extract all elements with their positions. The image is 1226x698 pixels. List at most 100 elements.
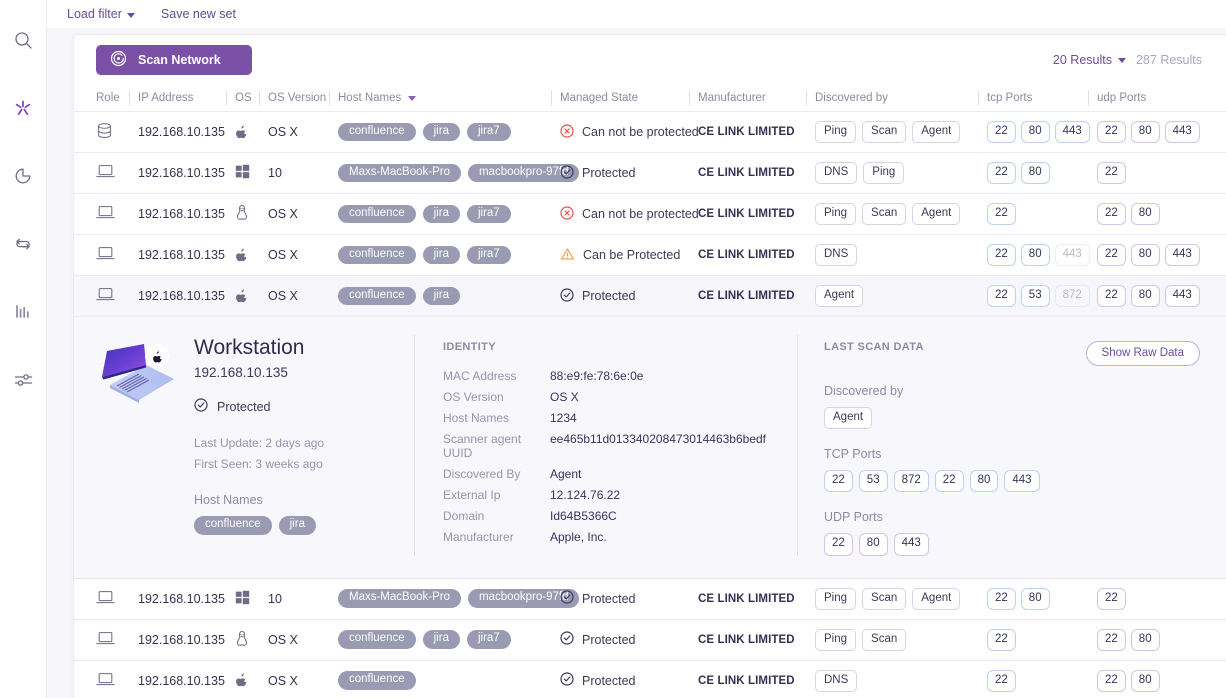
udp-port-chip[interactable]: 443	[1165, 285, 1200, 307]
host-name-tag[interactable]: confluence	[194, 516, 272, 535]
tcp-port-chip[interactable]: 80	[1021, 162, 1050, 184]
udp-port-chip[interactable]: 22	[1097, 203, 1126, 225]
table-row[interactable]: 192.168.10.135 10 Maxs-MacBook-Promacboo…	[74, 579, 1226, 620]
host-name-tag[interactable]: jira7	[467, 123, 511, 142]
tcp-port-chip[interactable]: 22	[987, 203, 1016, 225]
host-name-tag[interactable]: Maxs-MacBook-Pro	[338, 589, 461, 608]
udp-port-chip[interactable]: 443	[1165, 244, 1200, 266]
tcp-port-chip[interactable]: 22	[987, 588, 1016, 610]
udp-port-chip[interactable]: 22	[1097, 629, 1126, 651]
column-header-managed-state[interactable]: Managed State	[560, 92, 698, 104]
tcp-port-chip[interactable]: 22	[987, 162, 1016, 184]
column-header-os[interactable]: OS	[235, 92, 268, 104]
tcp-port-chip[interactable]: 22	[935, 470, 964, 492]
column-header-ip-address[interactable]: IP Address	[138, 92, 235, 104]
show-raw-data-button[interactable]: Show Raw Data	[1086, 341, 1200, 366]
column-header-os-version[interactable]: OS Version	[268, 92, 338, 104]
host-name-tag[interactable]: Maxs-MacBook-Pro	[338, 164, 461, 183]
discovered-by-chip[interactable]: DNS	[815, 244, 857, 266]
sidebar-item-search[interactable]	[0, 6, 47, 74]
host-name-tag[interactable]: confluence	[338, 246, 416, 265]
tcp-port-chip[interactable]: 80	[1021, 244, 1050, 266]
host-name-tag[interactable]: jira	[279, 516, 316, 535]
table-row[interactable]: 192.168.10.135 OS X confluencejirajira7 …	[74, 194, 1226, 235]
discovered-by-chip[interactable]: DNS	[815, 162, 857, 184]
sidebar-item-reports[interactable]	[0, 278, 47, 346]
scan-network-button[interactable]: Scan Network	[96, 45, 252, 75]
table-row[interactable]: 192.168.10.135 OS X confluencejirajira7 …	[74, 620, 1226, 661]
udp-port-chip[interactable]: 80	[1131, 244, 1160, 266]
tcp-port-chip[interactable]: 22	[987, 121, 1016, 143]
results-per-page-select[interactable]: 20 Results	[1053, 53, 1126, 67]
tcp-port-chip[interactable]: 22	[987, 285, 1016, 307]
udp-port-chip[interactable]: 22	[1097, 670, 1126, 692]
host-name-tag[interactable]: jira	[423, 246, 460, 265]
column-header-discovered-by[interactable]: Discovered by	[815, 92, 987, 104]
column-header-host-names[interactable]: Host Names	[338, 92, 560, 104]
tcp-port-chip[interactable]: 872	[1055, 285, 1090, 307]
udp-port-chip[interactable]: 22	[824, 533, 853, 555]
discovered-by-chip[interactable]: Agent	[815, 285, 863, 307]
udp-port-chip[interactable]: 80	[859, 533, 888, 555]
table-row[interactable]: 192.168.10.135 OS X confluencejirajira7 …	[74, 235, 1226, 276]
udp-port-chip[interactable]: 80	[1131, 670, 1160, 692]
sidebar-item-assets[interactable]	[0, 74, 47, 142]
discovered-by-chip[interactable]: Ping	[815, 629, 856, 651]
host-name-tag[interactable]: confluence	[338, 123, 416, 142]
host-name-tag[interactable]: jira7	[467, 205, 511, 224]
tcp-port-chip[interactable]: 872	[894, 470, 929, 492]
table-row[interactable]: 192.168.10.135 OS X confluencejira Prote…	[74, 276, 1226, 317]
udp-port-chip[interactable]: 443	[894, 533, 929, 555]
discovered-by-chip[interactable]: Ping	[815, 121, 856, 143]
discovered-by-chip[interactable]: DNS	[815, 670, 857, 692]
load-filter-button[interactable]: Load filter	[67, 7, 135, 21]
tcp-port-chip[interactable]: 53	[859, 470, 888, 492]
discovered-by-chip[interactable]: Scan	[862, 629, 906, 651]
tcp-port-chip[interactable]: 443	[1004, 470, 1039, 492]
discovered-by-chip[interactable]: Scan	[862, 588, 906, 610]
discovered-by-chip[interactable]: Ping	[815, 203, 856, 225]
save-new-set-button[interactable]: Save new set	[161, 7, 236, 21]
tcp-port-chip[interactable]: 53	[1021, 285, 1050, 307]
host-name-tag[interactable]: confluence	[338, 287, 416, 306]
discovered-by-chip[interactable]: Agent	[824, 407, 872, 429]
discovered-by-chip[interactable]: Scan	[862, 203, 906, 225]
discovered-by-chip[interactable]: Ping	[863, 162, 904, 184]
table-row[interactable]: 192.168.10.135 OS X confluence Protected…	[74, 661, 1226, 698]
discovered-by-chip[interactable]: Ping	[815, 588, 856, 610]
host-name-tag[interactable]: jira	[423, 123, 460, 142]
udp-port-chip[interactable]: 80	[1131, 629, 1160, 651]
discovered-by-chip[interactable]: Scan	[862, 121, 906, 143]
udp-port-chip[interactable]: 80	[1131, 285, 1160, 307]
host-name-tag[interactable]: confluence	[338, 630, 416, 649]
udp-port-chip[interactable]: 22	[1097, 162, 1126, 184]
tcp-port-chip[interactable]: 22	[987, 629, 1016, 651]
tcp-port-chip[interactable]: 22	[987, 244, 1016, 266]
sidebar-item-settings[interactable]	[0, 346, 47, 414]
tcp-port-chip[interactable]: 443	[1055, 121, 1090, 143]
discovered-by-chip[interactable]: Agent	[912, 588, 960, 610]
column-header-manufacturer[interactable]: Manufacturer	[698, 92, 815, 104]
sidebar-item-coverage[interactable]	[0, 142, 47, 210]
host-name-tag[interactable]: jira	[423, 205, 460, 224]
host-name-tag[interactable]: jira7	[467, 630, 511, 649]
column-header-role[interactable]: Role	[96, 92, 138, 104]
table-row[interactable]: 192.168.10.135 OS X confluencejirajira7 …	[74, 112, 1226, 153]
discovered-by-chip[interactable]: Agent	[912, 121, 960, 143]
udp-port-chip[interactable]: 22	[1097, 244, 1126, 266]
tcp-port-chip[interactable]: 22	[824, 470, 853, 492]
udp-port-chip[interactable]: 80	[1131, 203, 1160, 225]
column-header-udp-ports[interactable]: udp Ports	[1097, 92, 1207, 104]
host-name-tag[interactable]: confluence	[338, 205, 416, 224]
udp-port-chip[interactable]: 22	[1097, 285, 1126, 307]
udp-port-chip[interactable]: 80	[1131, 121, 1160, 143]
host-name-tag[interactable]: jira	[423, 287, 460, 306]
tcp-port-chip[interactable]: 80	[1021, 588, 1050, 610]
host-name-tag[interactable]: jira	[423, 630, 460, 649]
sidebar-item-sync[interactable]	[0, 210, 47, 278]
udp-port-chip[interactable]: 443	[1165, 121, 1200, 143]
tcp-port-chip[interactable]: 22	[987, 670, 1016, 692]
tcp-port-chip[interactable]: 80	[970, 470, 999, 492]
discovered-by-chip[interactable]: Agent	[912, 203, 960, 225]
udp-port-chip[interactable]: 22	[1097, 121, 1126, 143]
